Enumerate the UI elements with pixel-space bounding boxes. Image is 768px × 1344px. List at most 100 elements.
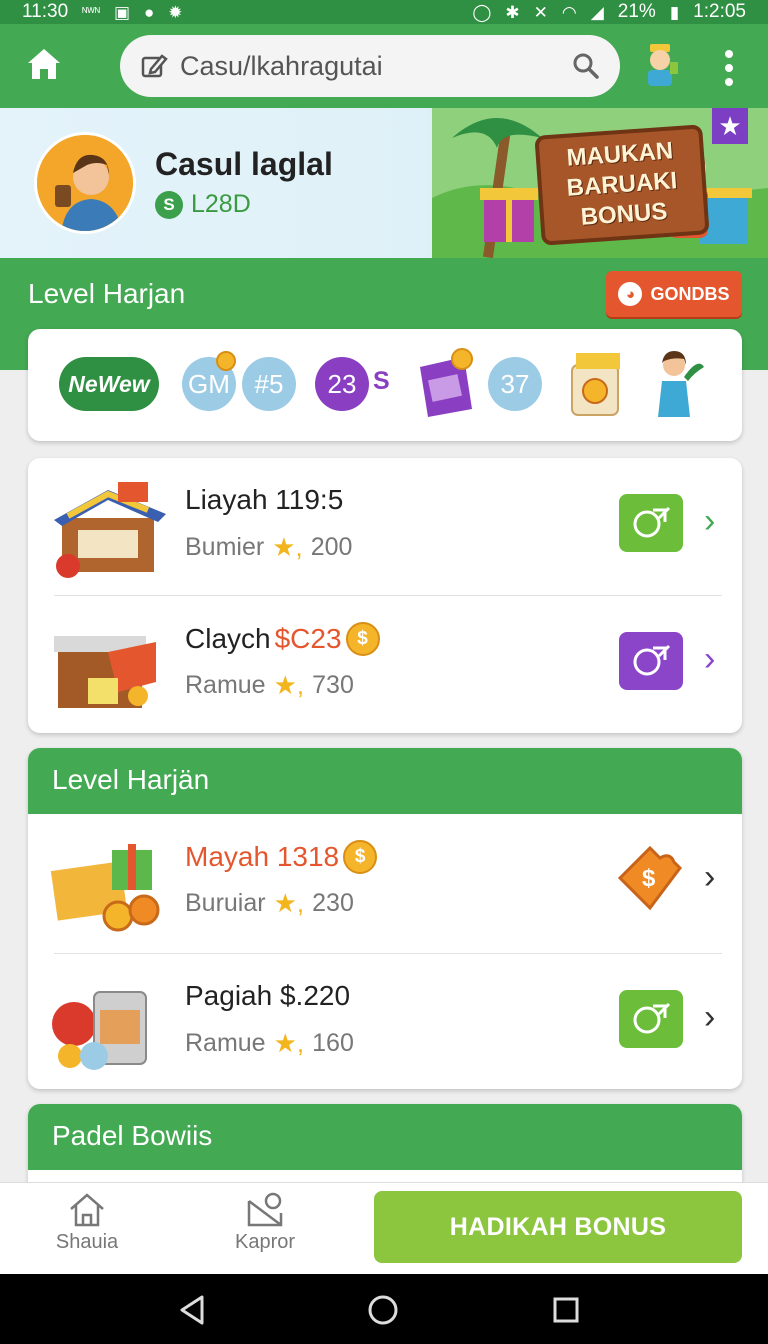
gift-coins-icon — [50, 844, 160, 932]
padel-card: Padel Bowiis — [28, 1104, 742, 1194]
chevron-right-icon[interactable]: › — [704, 640, 715, 679]
edit-icon — [141, 54, 168, 78]
star-icon: ★, — [272, 532, 303, 562]
chip-37[interactable]: 37 — [488, 357, 542, 411]
item-title: Mayah 1318 $ — [185, 840, 378, 874]
coin-jar-icon[interactable] — [566, 347, 626, 419]
item-title: Pagiah $.220 — [185, 980, 351, 1011]
gondbs-label: GONDBS — [650, 283, 730, 304]
claim-button[interactable] — [619, 990, 683, 1048]
jar-fruit-icon — [52, 991, 147, 1070]
item-subtitle: Ramue ★, 730 — [185, 670, 354, 701]
list-item[interactable]: Pagiah $.220 Ramue ★, 160 › — [28, 954, 742, 1089]
chevron-right-icon[interactable]: › — [704, 502, 715, 541]
chip-5-label: #5 — [254, 368, 284, 399]
coin-icon: $ — [345, 622, 380, 656]
chip-37-label: 37 — [500, 368, 530, 399]
swap-coin-icon — [633, 506, 671, 538]
home-outline-icon — [70, 1193, 104, 1227]
chevron-right-icon[interactable]: › — [704, 998, 715, 1037]
profile-name: Casul laglal — [155, 146, 333, 182]
item-title-text: Mayah 1318 — [185, 841, 340, 872]
item-subtitle-text: Bumier — [185, 533, 265, 561]
user-avatar-icon[interactable] — [638, 42, 682, 92]
claim-button[interactable]: $ — [610, 838, 690, 918]
bottom-navigation: Shauia Kapror HADIKAH BONUS — [0, 1182, 768, 1274]
notification-icon: ▣ — [113, 2, 130, 22]
chip-new[interactable]: NeWew — [59, 357, 159, 411]
list-item[interactable]: Claych $C23 $ Ramue ★, 730 › — [28, 596, 742, 733]
item-subtitle: Bumier ★, 200 — [185, 532, 352, 563]
more-vert-icon[interactable] — [712, 46, 746, 90]
item-title: Claych $C23 $ — [185, 622, 380, 656]
character-icon[interactable] — [644, 347, 704, 419]
nav-shauia[interactable]: Shauia — [37, 1191, 137, 1267]
map-pin-icon — [247, 1192, 283, 1227]
svg-text:$: $ — [642, 865, 656, 892]
status-time: 11:30 — [22, 1, 69, 22]
sync-icon: ◯ — [472, 2, 492, 22]
market-stall-icon — [54, 482, 166, 578]
chip-gm-label: GM — [188, 368, 230, 399]
home-circle-icon[interactable] — [367, 1294, 399, 1326]
back-icon[interactable] — [176, 1294, 208, 1326]
bluetooth-icon: ✱ — [505, 2, 520, 22]
crate-icon — [54, 636, 156, 708]
network-label: ᴺᵂᴺ — [82, 5, 100, 19]
item-rating: 730 — [312, 671, 354, 699]
battery-icon: ▮ — [669, 2, 680, 22]
chip-23[interactable]: 23 — [315, 357, 369, 411]
profile-balance: S L28D — [155, 190, 251, 219]
hadikah-bonus-button[interactable]: HADIKAH BONUS — [374, 1191, 742, 1263]
card-header: Padel Bowiis — [28, 1104, 742, 1170]
battery-level: 21% — [617, 1, 656, 22]
calendar-icon[interactable] — [416, 347, 476, 419]
section-title: Level Harjan — [28, 278, 186, 309]
coin-icon — [216, 351, 236, 371]
settings-icon: ✹ — [168, 2, 183, 22]
item-rating: 160 — [312, 1029, 354, 1057]
system-navigation — [0, 1274, 768, 1344]
message-icon: ● — [144, 2, 155, 22]
star-badge-icon: ★ — [712, 108, 748, 144]
chip-23-label: 23 — [327, 368, 357, 399]
balance-value: L28D — [191, 190, 251, 218]
item-subtitle-text: Ramue — [185, 671, 266, 699]
claim-button[interactable] — [619, 494, 683, 552]
signal-icon: ◢ — [590, 2, 604, 22]
wifi-icon: ◠ — [561, 2, 577, 22]
swap-coin-icon — [633, 1002, 671, 1034]
home-icon — [28, 49, 60, 79]
coin-icon: $ — [343, 840, 378, 874]
url-text[interactable]: Casu/lkahragutai — [180, 51, 560, 82]
recents-icon[interactable] — [550, 1294, 582, 1326]
nav-shauia-label: Shauia — [55, 1231, 119, 1253]
item-title: Liayah 119:5 — [185, 484, 344, 515]
coin-icon: S — [155, 190, 183, 219]
item-subtitle-text: Ramue — [185, 1029, 266, 1057]
status-bar: 11:30 ᴺᵂᴺ ▣ ● ✹ ◯ ✱ ✕ ◠ ◢ 21% ▮ 1:2:05 — [0, 0, 768, 24]
home-button[interactable] — [22, 42, 66, 86]
star-icon: ★, — [273, 1028, 305, 1058]
item-subtitle: Ramue ★, 160 — [185, 1028, 354, 1059]
chip-23-suffix: S — [373, 367, 390, 395]
item-title-text: Claych — [185, 623, 271, 654]
gondbs-button[interactable]: ◕ GONDBS — [606, 271, 742, 317]
search-icon[interactable] — [572, 52, 600, 80]
claim-button[interactable] — [619, 632, 683, 690]
chip-5[interactable]: #5 — [242, 357, 296, 411]
item-subtitle-text: Buruiar — [185, 889, 266, 917]
swap-coin-icon — [633, 644, 671, 676]
list-item[interactable]: Liayah 119:5 Bumier ★, 200 › — [28, 458, 742, 596]
category-strip: NeWew GM #5 23 S 37 — [28, 329, 742, 441]
chevron-right-icon[interactable]: › — [704, 858, 715, 897]
profile-avatar[interactable] — [34, 132, 136, 234]
address-bar[interactable]: Casu/lkahragutai — [120, 35, 620, 97]
nav-kapror[interactable]: Kapror — [215, 1191, 315, 1267]
list-item[interactable]: Mayah 1318 $ Buruiar ★, 230 $ › — [28, 814, 742, 952]
star-icon: ★, — [273, 888, 305, 918]
bonus-sign: MAUKAN BARUAKI BONUS — [534, 124, 710, 246]
item-rating: 200 — [310, 533, 353, 561]
puzzle-coin-icon: $ — [617, 845, 682, 911]
clock: 1:2:05 — [693, 1, 746, 22]
